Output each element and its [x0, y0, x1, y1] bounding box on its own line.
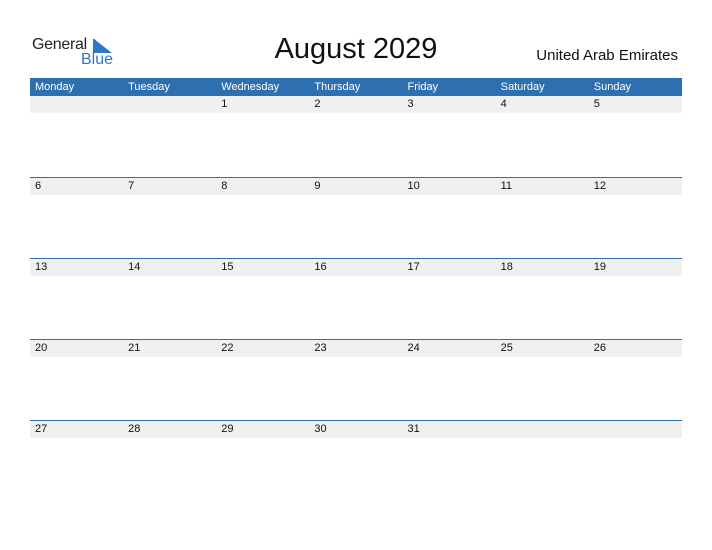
day-cell: 20: [35, 342, 48, 354]
week-row: 13 14 15 16 17 18 19: [30, 258, 682, 339]
day-cell: 1: [221, 98, 228, 110]
day-cell: [496, 421, 589, 438]
day-cell: 30: [314, 423, 327, 435]
week-row: 20 21 22 23 24 25 26: [30, 339, 682, 420]
weekday-header: Monday Tuesday Wednesday Thursday Friday Satu…: [30, 78, 682, 96]
day-cell: 18: [500, 261, 513, 273]
day-cell: 23: [314, 342, 327, 354]
week-dates: 6 7 8 9 10 11 12: [30, 178, 682, 195]
day-cell: 26: [593, 342, 606, 354]
calendar-weeks: 1 2 3 4 5 6 7 8 9 10 11 12 13 14 15 16 17 18 19 20 21 22 23 24 2…: [30, 96, 682, 501]
day-cell: 12: [593, 180, 606, 192]
country-label: United Arab Emirates: [536, 47, 678, 64]
weekday-friday: Friday: [407, 81, 439, 93]
day-cell: 27: [35, 423, 48, 435]
day-cell: 7: [128, 180, 135, 192]
weekday-thursday: Thursday: [314, 81, 361, 93]
day-cell: 15: [221, 261, 234, 273]
week-row: 6 7 8 9 10 11 12: [30, 177, 682, 258]
day-cell: 14: [128, 261, 141, 273]
day-cell: 3: [407, 98, 414, 110]
day-cell: 31: [407, 423, 420, 435]
day-cell: 6: [35, 180, 42, 192]
day-cell: [123, 96, 216, 113]
day-cell: 25: [500, 342, 513, 354]
day-cell: 2: [314, 98, 321, 110]
weekday-saturday: Saturday: [500, 81, 545, 93]
calendar-grid: Monday Tuesday Wednesday Thursday Friday Satu…: [30, 78, 682, 501]
day-cell: [30, 96, 123, 113]
day-cell: 19: [593, 261, 606, 273]
day-cell: 22: [221, 342, 234, 354]
weekday-sunday: Sunday: [593, 81, 632, 93]
week-row: 1 2 3 4 5: [30, 96, 682, 177]
day-cell: 24: [407, 342, 420, 354]
week-dates: 27 28 29 30 31: [30, 421, 682, 438]
day-cell: 28: [128, 423, 141, 435]
week-dates: 13 14 15 16 17 18 19: [30, 259, 682, 276]
weekday-wednesday: Wednesday: [221, 81, 280, 93]
day-cell: 9: [314, 180, 321, 192]
day-cell: 16: [314, 261, 327, 273]
day-cell: 11: [500, 180, 513, 192]
day-cell: 4: [500, 98, 507, 110]
week-row: 27 28 29 30 31: [30, 420, 682, 501]
day-cell: 29: [221, 423, 234, 435]
day-cell: 17: [407, 261, 420, 273]
day-cell: 5: [593, 98, 600, 110]
day-cell: 13: [35, 261, 48, 273]
weekday-monday: Monday: [35, 81, 75, 93]
weekday-tuesday: Tuesday: [128, 81, 170, 93]
day-cell: 21: [128, 342, 141, 354]
day-cell: 10: [407, 180, 420, 192]
day-cell: 8: [221, 180, 228, 192]
day-cell: [589, 421, 682, 438]
week-dates: 20 21 22 23 24 25 26: [30, 340, 682, 357]
week-dates: 1 2 3 4 5: [30, 96, 682, 113]
